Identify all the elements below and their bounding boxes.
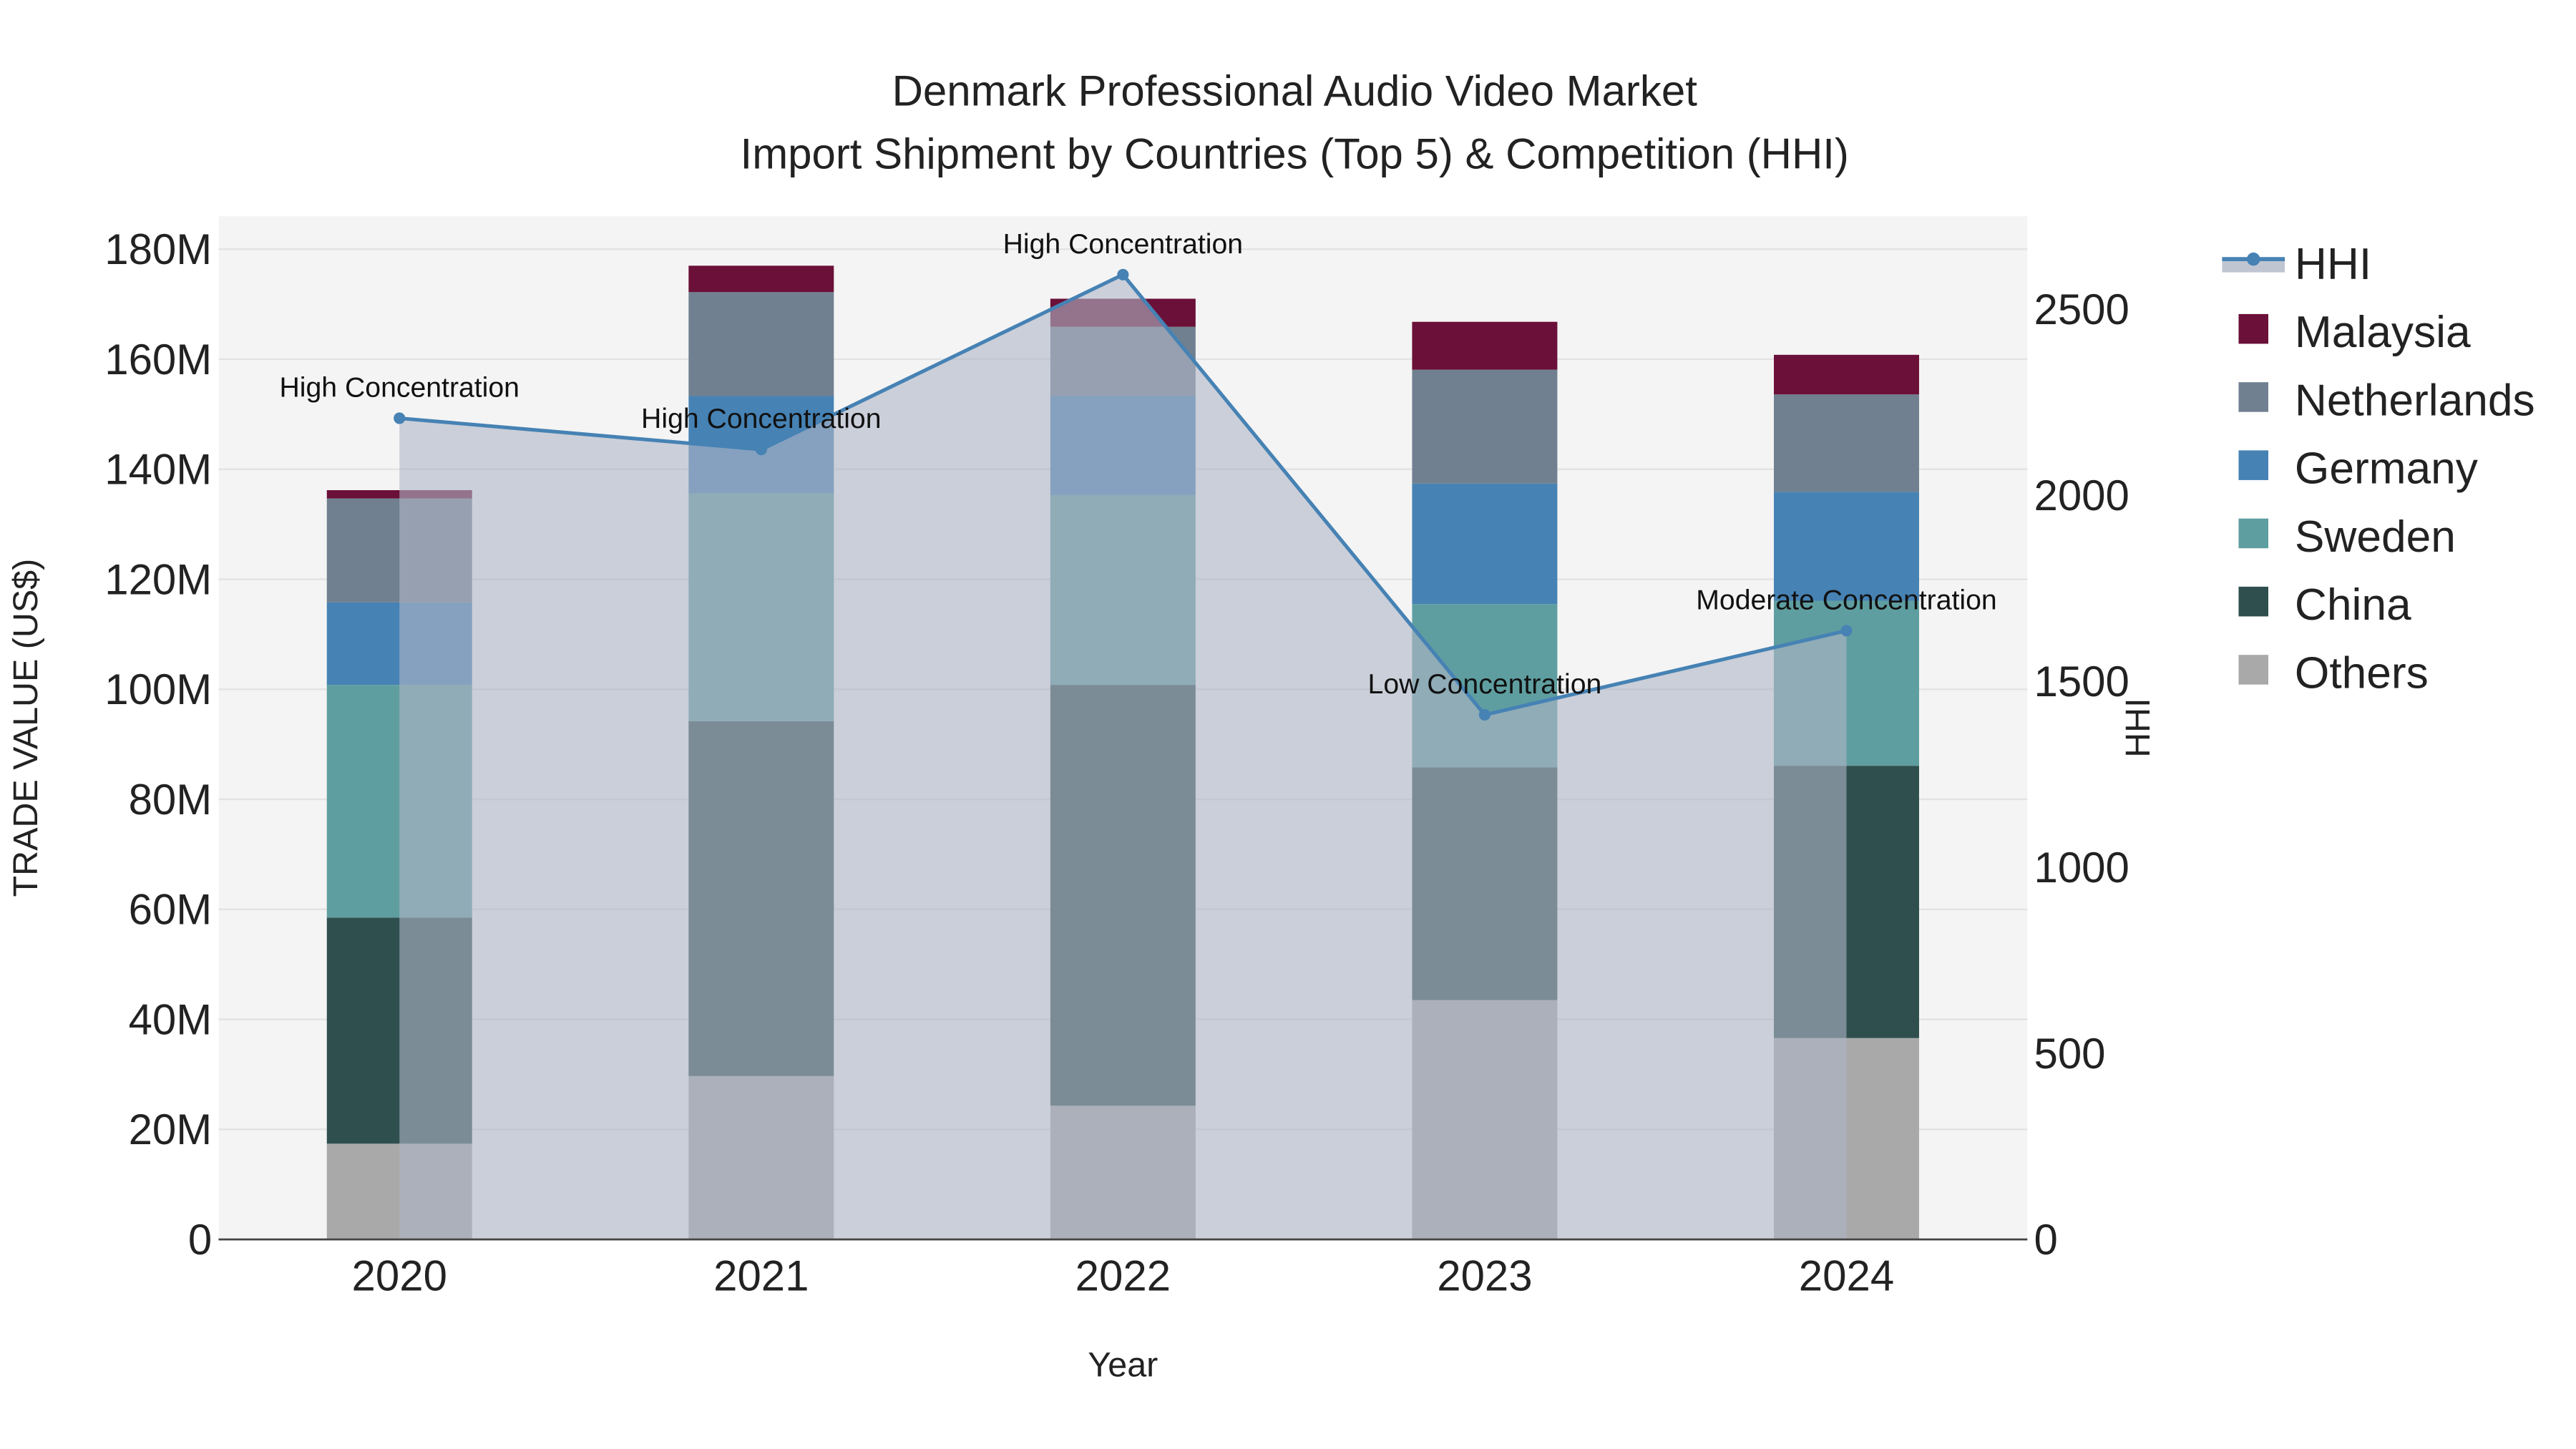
hhi-point-2024 (1840, 625, 1853, 637)
y2-tick-label: 2500 (2034, 286, 2129, 333)
bar-netherlands-2021 (688, 292, 834, 396)
legend: HHI Malaysia Netherlands Germany Sweden China… (2222, 240, 2535, 698)
legend-swatch-sweden (2238, 518, 2268, 549)
x-tick-label: 2020 (352, 1252, 447, 1300)
y-tick-label: 40M (129, 995, 213, 1043)
legend-swatch-germany (2238, 450, 2268, 480)
legend-label: Malaysia (2295, 308, 2471, 357)
legend-label: Others (2295, 648, 2429, 698)
legend-swatch-hhi-marker (2247, 252, 2260, 266)
y2-tick-label: 1500 (2034, 658, 2129, 706)
bar-malaysia-2021 (688, 265, 834, 293)
bar-malaysia-2024 (1773, 354, 1919, 395)
hhi-annotation: High Concentration (280, 373, 519, 404)
chart-title: Denmark Professional Audio Video Market (892, 67, 1698, 115)
hhi-point-2022 (1117, 268, 1129, 280)
legend-swatch-china (2238, 586, 2268, 617)
legend-label: Germany (2295, 444, 2479, 494)
bar-netherlands-2024 (1773, 394, 1919, 492)
legend-swatch-others (2238, 655, 2268, 685)
legend-swatch-malaysia (2238, 313, 2268, 344)
y2-axis-label: HHI (2119, 698, 2157, 757)
hhi-annotation: High Concentration (1003, 229, 1243, 260)
x-tick-label: 2021 (713, 1252, 809, 1300)
bar-malaysia-2023 (1412, 321, 1558, 370)
y-tick-label: 20M (129, 1106, 213, 1153)
y-tick-label: 140M (104, 446, 212, 494)
chart-subtitle: Import Shipment by Countries (Top 5) & C… (741, 130, 1849, 177)
y-axis-label: TRADE VALUE (US$) (6, 559, 45, 897)
y2-tick-label: 2000 (2034, 472, 2129, 519)
y2-tick-label: 500 (2034, 1030, 2105, 1078)
y-tick-label: 120M (104, 555, 212, 603)
x-tick-label: 2024 (1799, 1252, 1894, 1300)
y-tick-label: 0 (188, 1216, 212, 1264)
hhi-point-2020 (394, 412, 406, 424)
x-tick-label: 2022 (1075, 1252, 1171, 1300)
hhi-annotation: High Concentration (641, 404, 881, 434)
bar-germany-2023 (1412, 483, 1558, 605)
x-axis-ticks: 2020 2021 2022 2023 2024 (352, 1252, 1895, 1300)
hhi-annotation: Low Concentration (1368, 669, 1602, 700)
y2-axis-ticks: 0 500 1000 1500 2000 2500 (2034, 286, 2129, 1264)
legend-label: HHI (2295, 240, 2371, 289)
x-axis-label: Year (1088, 1346, 1158, 1385)
y-axis-ticks: 0 20M 40M 60M 80M 100M 120M 140M 160M 180M (104, 225, 212, 1264)
y-tick-label: 180M (104, 225, 212, 273)
legend-swatch-netherlands (2238, 382, 2268, 412)
y-tick-label: 60M (129, 886, 213, 934)
legend-label: Netherlands (2295, 376, 2535, 425)
y-tick-label: 100M (104, 665, 212, 713)
y-tick-label: 160M (104, 336, 212, 384)
hhi-annotation: Moderate Concentration (1696, 585, 1996, 615)
chart: Denmark Professional Audio Video Market … (6, 67, 2535, 1385)
y2-tick-label: 0 (2034, 1216, 2057, 1264)
bar-netherlands-2023 (1412, 369, 1558, 484)
legend-label: Sweden (2295, 512, 2456, 562)
x-tick-label: 2023 (1437, 1252, 1532, 1300)
hhi-point-2021 (755, 444, 767, 456)
y2-tick-label: 1000 (2034, 844, 2129, 892)
hhi-point-2023 (1478, 708, 1491, 721)
legend-label: China (2295, 580, 2411, 630)
y-tick-label: 80M (129, 776, 213, 824)
